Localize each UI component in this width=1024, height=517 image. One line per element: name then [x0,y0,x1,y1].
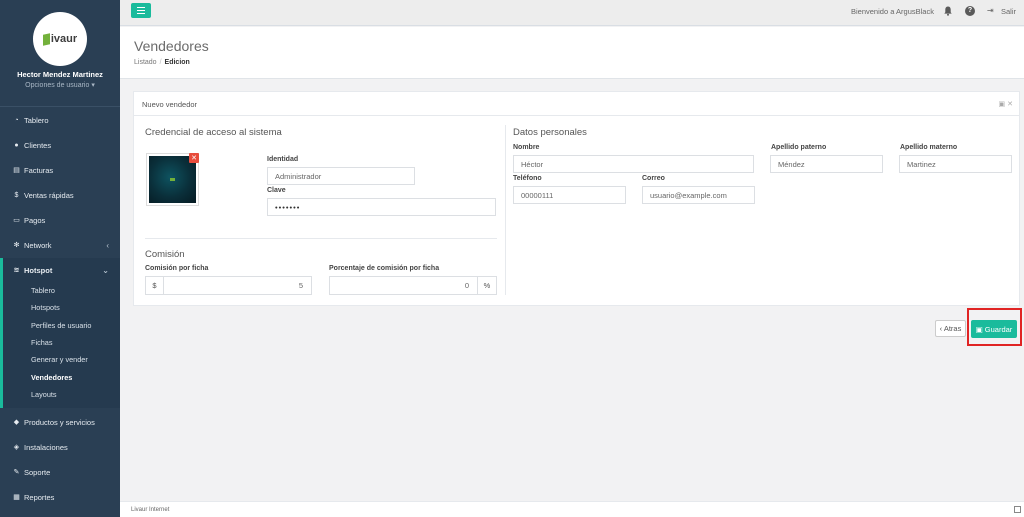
currency-addon: $ [145,276,164,295]
breadcrumb-listado[interactable]: Listado [134,59,157,66]
sidebar-item-reportes[interactable]: ▦ Reportes [0,487,120,507]
commission-percent-label: Porcentaje de comisión por ficha [329,265,440,272]
footer-icon [1014,506,1021,513]
breadcrumb: Listado / Edicion [134,59,190,66]
chevron-down-icon: ⌄ [102,265,109,275]
user-name: Hector Mendez Martinez [17,70,103,79]
maternal-surname-label: Apellido materno [900,144,958,151]
chevron-left-icon: ‹ [106,240,109,250]
submenu-item-fichas[interactable]: Fichas [0,334,120,351]
invoice-icon: ▤ [13,167,20,174]
submenu-item-layouts[interactable]: Layouts [0,386,120,403]
sidebar-item-tablero[interactable]: ◔ Tablero [0,110,120,130]
email-input[interactable]: usuario@example.com [642,186,755,204]
save-panel-icon[interactable]: ▣ [999,100,1006,108]
sidebar-item-soporte[interactable]: ✎ Soporte [0,462,120,482]
logo-mark-icon [42,32,50,46]
dollar-icon: $ [14,191,19,199]
signout-icon[interactable]: ⇥ [987,6,994,15]
bell-icon[interactable] [944,6,952,16]
panel-title: Nuevo vendedor [142,100,198,109]
percent-addon: % [477,276,497,295]
submenu-item-vendedores[interactable]: Vendedores [0,369,120,386]
sidebar-item-ventas-rapidas[interactable]: $ Ventas rápidas [0,185,120,205]
paternal-surname-input[interactable]: Méndez [770,155,883,173]
sidebar-item-instalaciones[interactable]: ◈ Instalaciones [0,437,120,457]
password-input[interactable]: ••••••• [267,198,496,216]
highlight-annotation [967,308,1022,346]
submenu-item-tablero[interactable]: Tablero [0,282,120,299]
panel-header: Nuevo vendedor ▣ ✕ [134,92,1019,116]
users-icon: ● [14,141,19,149]
personal-data-title: Datos personales [513,127,587,138]
network-icon: ✻ [13,242,20,249]
sidebar-item-hotspot[interactable]: ≋ Hotspot ⌄ [0,260,120,280]
commission-per-ticket-input[interactable]: 5 [163,276,312,295]
panel-tools: ▣ ✕ [999,100,1014,108]
breadcrumb-current: Edicion [164,59,190,66]
identity-label: Identidad [267,156,299,163]
identity-input[interactable]: Administrador [267,167,415,185]
sidebar-item-productos[interactable]: ◆ Productos y servicios [0,412,120,432]
payment-icon: ▭ [13,217,20,224]
welcome-text: Bienvenido a ArgusBlack [851,7,934,16]
submenu-item-hotspots[interactable]: Hotspots [0,299,120,316]
logo-text: ivaur [42,32,78,46]
name-input[interactable]: Héctor [513,155,754,173]
tag-icon: ◆ [13,419,20,426]
paternal-surname-label: Apellido paterno [771,144,827,151]
submenu-item-perfiles[interactable]: Perfiles de usuario [0,317,120,334]
section-divider [145,238,497,239]
top-navbar: Bienvenido a ArgusBlack ? ⇥ Salir [120,0,1024,26]
footer: Livaur Internet [120,501,1024,517]
profile: ivaur Hector Mendez Martinez Opciones de… [0,0,120,100]
submenu-item-generar-vender[interactable]: Generar y vender [0,351,120,368]
column-divider [505,125,506,295]
credentials-title: Credencial de acceso al sistema [145,127,282,138]
phone-label: Teléfono [513,175,542,182]
install-icon: ◈ [13,444,20,451]
commission-title: Comisión [145,249,185,260]
sidebar: ivaur Hector Mendez Martinez Opciones de… [0,0,120,517]
menu-toggle-button[interactable] [131,3,151,18]
maternal-surname-input[interactable]: Martinez [899,155,1012,173]
phone-input[interactable]: 00000111 [513,186,626,204]
user-options-dropdown[interactable]: Opciones de usuario ▾ [0,81,120,89]
remove-photo-button[interactable]: ✕ [189,153,199,163]
sidebar-item-network[interactable]: ✻ Network ‹ [0,235,120,255]
sidebar-item-clientes[interactable]: ● Clientes [0,135,120,155]
wrench-icon: ✎ [13,469,20,476]
dashboard-icon: ◔ [14,116,19,124]
commission-per-ticket-label: Comisión por ficha [145,265,209,272]
company-logo: ivaur [33,12,87,66]
signout-link[interactable]: Salir [1001,7,1016,16]
help-icon[interactable]: ? [965,6,975,16]
sidebar-item-facturas[interactable]: ▤ Facturas [0,160,120,180]
name-label: Nombre [513,144,540,151]
close-icon[interactable]: ✕ [1007,100,1013,108]
logo-label: ivaur [50,33,78,45]
email-label: Correo [642,175,665,182]
reports-icon: ▦ [13,494,20,501]
password-label: Clave [267,187,286,194]
vendor-form-panel: Nuevo vendedor ▣ ✕ Credencial de acceso … [133,91,1020,306]
commission-percent-input[interactable]: 0 [329,276,478,295]
back-button[interactable]: ‹ Atras [935,320,966,337]
sidebar-item-pagos[interactable]: ▭ Pagos [0,210,120,230]
photo-logo-icon [170,178,175,181]
sidebar-divider [0,106,120,107]
page-title: Vendedores [134,38,209,54]
page-header: Vendedores Listado / Edicion [120,27,1024,79]
footer-text: Livaur Internet [131,507,170,513]
wifi-icon: ≋ [13,267,20,274]
